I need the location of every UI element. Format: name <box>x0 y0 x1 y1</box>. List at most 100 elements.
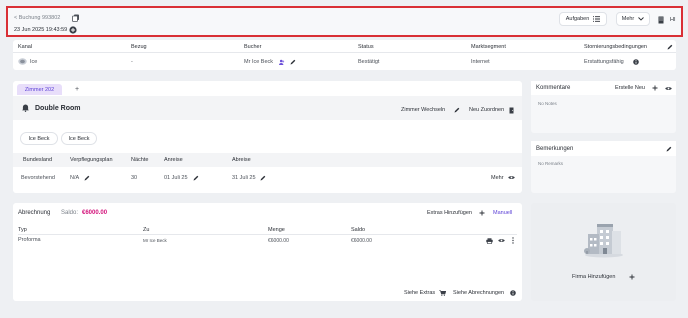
tab-zimmer-202[interactable]: Zimmer 202 <box>17 84 62 95</box>
chevron-down-icon <box>638 17 645 21</box>
col-menge: Menge <box>268 227 285 233</box>
more-details-button[interactable]: Mehr <box>491 175 504 181</box>
add-circle-icon[interactable] <box>69 26 77 34</box>
list-icon <box>593 16 601 22</box>
see-bills-button[interactable]: Siehe Abrechnungen <box>453 290 504 296</box>
kanal-value: Ice <box>30 59 38 65</box>
room-card: Zimmer 202 + Double Room Zimmer Wechseln… <box>13 81 522 193</box>
reassign-button[interactable]: Neu Zuordnen <box>469 107 504 113</box>
booking-header: < Buchung 993802 23 Jun 2025 19:43:59 Au… <box>6 6 683 37</box>
building-icon[interactable] <box>658 16 664 24</box>
add-company-label: Firma Hinzufügen <box>572 274 616 280</box>
see-extras-button[interactable]: Siehe Extras <box>404 290 435 296</box>
edit-remarks-pencil-icon[interactable] <box>666 146 672 152</box>
cart-icon[interactable] <box>439 290 446 296</box>
edit-departure-pencil-icon[interactable] <box>260 175 266 181</box>
guest-name: Ice Beck <box>68 135 90 142</box>
plus-icon[interactable] <box>479 210 485 216</box>
billing-card: Abrechnung Saldo: €6000.00 Extras Hinzuf… <box>13 203 522 301</box>
col-verpflegungsplan: Verpflegungsplan <box>70 157 113 163</box>
guest-name: Ice Beck <box>28 135 50 142</box>
eye-icon[interactable] <box>508 175 515 180</box>
plus-icon[interactable] <box>652 85 658 91</box>
reassign-label: Neu Zuordnen <box>469 107 505 113</box>
see-bills-label: Siehe Abrechnungen <box>453 290 505 296</box>
guest-chip[interactable]: Ice Beck <box>20 132 58 145</box>
edit-arrival-pencil-icon[interactable] <box>193 175 199 181</box>
edit-bucher-pencil-icon[interactable] <box>290 59 296 65</box>
remarks-card: Bemerkungen No Remarks <box>531 141 676 193</box>
add-extras-button[interactable]: Extras Hinzufügen <box>427 210 472 216</box>
tasks-button[interactable]: Aufgaben <box>559 12 607 26</box>
guest-chip[interactable]: Ice Beck <box>61 132 97 145</box>
saldo-label: Saldo: <box>61 210 79 216</box>
create-comment-button[interactable]: Erstelle Neu <box>615 85 645 91</box>
kebab-menu-icon[interactable] <box>512 237 514 244</box>
add-room-tab-button[interactable]: + <box>69 84 85 95</box>
col-bundesland: Bundesland <box>23 157 53 163</box>
divider <box>13 52 676 53</box>
naechte-value: 30 <box>131 175 138 181</box>
billing-title: Abrechnung <box>18 210 51 216</box>
company-card: Firma Hinzufügen <box>531 203 676 301</box>
manual-link[interactable]: Manuell <box>493 210 512 216</box>
room-type: Double Room <box>35 105 81 112</box>
comments-title: Kommentare <box>536 85 571 91</box>
booking-datetime: 23 Jun 2025 19:43:59 <box>14 27 68 33</box>
edit-storno-pencil-icon[interactable] <box>667 44 673 50</box>
eye-icon[interactable] <box>498 238 505 243</box>
info-icon[interactable] <box>510 290 516 296</box>
no-remarks-text: No Remarks <box>538 161 564 166</box>
more-label: Mehr <box>621 16 635 22</box>
marktsegment-value: Internet <box>471 59 490 65</box>
col-zu: Zu <box>143 227 150 233</box>
add-extras-label: Extras Hinzufügen <box>427 210 472 216</box>
door-icon[interactable] <box>509 107 514 114</box>
user-initials[interactable]: HI <box>670 17 676 23</box>
verpflegung-value: N/A <box>70 175 80 181</box>
eye-icon[interactable] <box>665 86 672 91</box>
bucher-link[interactable]: Mr Ice Beck <box>244 59 273 65</box>
bezug-value: - <box>131 59 133 65</box>
info-icon[interactable] <box>633 59 639 65</box>
col-anreise: Anreise <box>164 157 183 163</box>
col-bezug: Bezug <box>131 44 147 50</box>
col-status: Status <box>358 44 374 50</box>
channel-logo-icon <box>18 58 27 65</box>
plus-icon[interactable] <box>629 274 635 280</box>
col-typ: Typ <box>18 227 27 233</box>
add-company-button[interactable]: Firma Hinzufügen <box>572 274 615 280</box>
bundesland-value: Bevorstehend <box>21 175 55 181</box>
menge-value: €6000.00 <box>268 238 289 244</box>
col-bucher: Bucher <box>244 44 262 50</box>
change-room-pencil-icon[interactable] <box>454 107 460 113</box>
room-type-bar <box>13 96 522 120</box>
saldo-value: €6000.00 <box>82 210 108 216</box>
col-kanal: Kanal <box>18 44 33 50</box>
guest-profile-icon[interactable] <box>279 59 285 65</box>
more-menu-button[interactable]: Mehr <box>616 12 650 26</box>
more-details-label: Mehr <box>491 175 504 181</box>
see-extras-label: Siehe Extras <box>404 290 436 296</box>
booking-info-card: Kanal Bezug Bucher Status Marktsegment S… <box>13 40 676 70</box>
col-naechte: Nächte <box>131 157 149 163</box>
bell-icon <box>22 104 29 112</box>
booking-number: < Buchung 993802 <box>14 15 61 21</box>
back-to-booking-link[interactable]: < Buchung 993802 <box>14 15 60 21</box>
row-saldo-value: €6000.00 <box>351 238 372 244</box>
change-room-button[interactable]: Zimmer Wechseln <box>401 107 445 113</box>
print-icon[interactable] <box>486 238 493 244</box>
no-notes-text: No Notes <box>538 101 557 106</box>
remarks-title: Bemerkungen <box>536 146 574 152</box>
abreise-value: 31 Juli 25 <box>232 175 256 181</box>
edit-meal-plan-pencil-icon[interactable] <box>84 175 90 181</box>
storno-value: Erstattungsfähig <box>584 59 624 65</box>
comments-card: Kommentare Erstelle Neu No Notes <box>531 81 676 133</box>
divider <box>18 234 517 235</box>
zu-value: Mr Ice Beck <box>143 238 167 243</box>
anreise-value: 01 Juli 25 <box>164 175 188 181</box>
col-storno: Stornierungsbedingungen <box>584 44 647 50</box>
copy-icon[interactable] <box>72 14 80 22</box>
change-room-label: Zimmer Wechseln <box>401 107 446 113</box>
col-saldo: Saldo <box>351 227 366 233</box>
